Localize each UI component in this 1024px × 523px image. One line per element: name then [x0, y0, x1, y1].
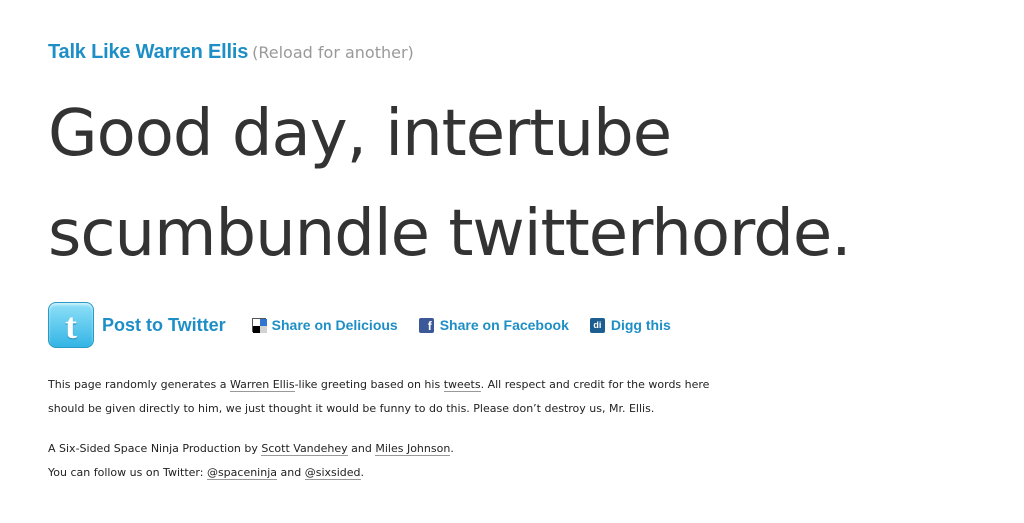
about-paragraph: This page randomly generates a Warren El…	[48, 373, 728, 421]
post-to-twitter-label: Post to Twitter	[102, 314, 226, 335]
about-text-1: This page randomly generates a	[48, 378, 230, 391]
greeting-line-2: scumbundle twitterhorde.	[48, 197, 852, 271]
reload-hint: (Reload for another)	[252, 43, 414, 62]
credits-text-2: and	[347, 442, 376, 455]
share-on-delicious-link[interactable]: Share on Delicious	[251, 317, 398, 333]
delicious-icon	[251, 318, 267, 333]
credits-paragraph: A Six-Sided Space Ninja Production by Sc…	[48, 437, 728, 485]
credits-text-3: .	[450, 442, 454, 455]
site-title-link[interactable]: Talk Like Warren Ellis	[48, 41, 248, 63]
sixsided-twitter-link[interactable]: @sixsided	[304, 466, 361, 480]
share-on-delicious-label: Share on Delicious	[271, 317, 398, 333]
site-header: Talk Like Warren Ellis (Reload for anothe…	[48, 41, 414, 64]
about-text-2: -like greeting based on his	[294, 378, 444, 391]
scott-vandehey-link[interactable]: Scott Vandehey	[261, 442, 348, 456]
digg-icon: di	[589, 317, 605, 333]
tweets-link[interactable]: tweets	[443, 378, 481, 392]
greeting-line-1: Good day, intertube	[48, 97, 672, 171]
share-bar: t Post to Twitter Share on Delicious f S…	[48, 301, 692, 349]
spaceninja-twitter-link[interactable]: @spaceninja	[206, 466, 278, 480]
miles-johnson-link[interactable]: Miles Johnson	[375, 442, 451, 456]
warren-ellis-link[interactable]: Warren Ellis	[229, 378, 295, 392]
share-on-facebook-link[interactable]: f Share on Facebook	[418, 317, 569, 333]
digg-this-link[interactable]: di Digg this	[589, 317, 671, 333]
share-on-facebook-label: Share on Facebook	[439, 317, 569, 333]
facebook-icon: f	[418, 317, 434, 333]
twitter-icon: t	[48, 302, 94, 348]
greeting-text: Good day, intertube scumbundle twitterhor…	[48, 84, 988, 284]
credits-text-1: A Six-Sided Space Ninja Production by	[48, 442, 262, 455]
follow-text: You can follow us on Twitter:	[48, 466, 207, 479]
digg-this-label: Digg this	[610, 317, 671, 333]
follow-and-text: and	[277, 466, 305, 479]
post-to-twitter-button[interactable]: t Post to Twitter	[48, 302, 226, 348]
follow-period: .	[360, 466, 365, 479]
